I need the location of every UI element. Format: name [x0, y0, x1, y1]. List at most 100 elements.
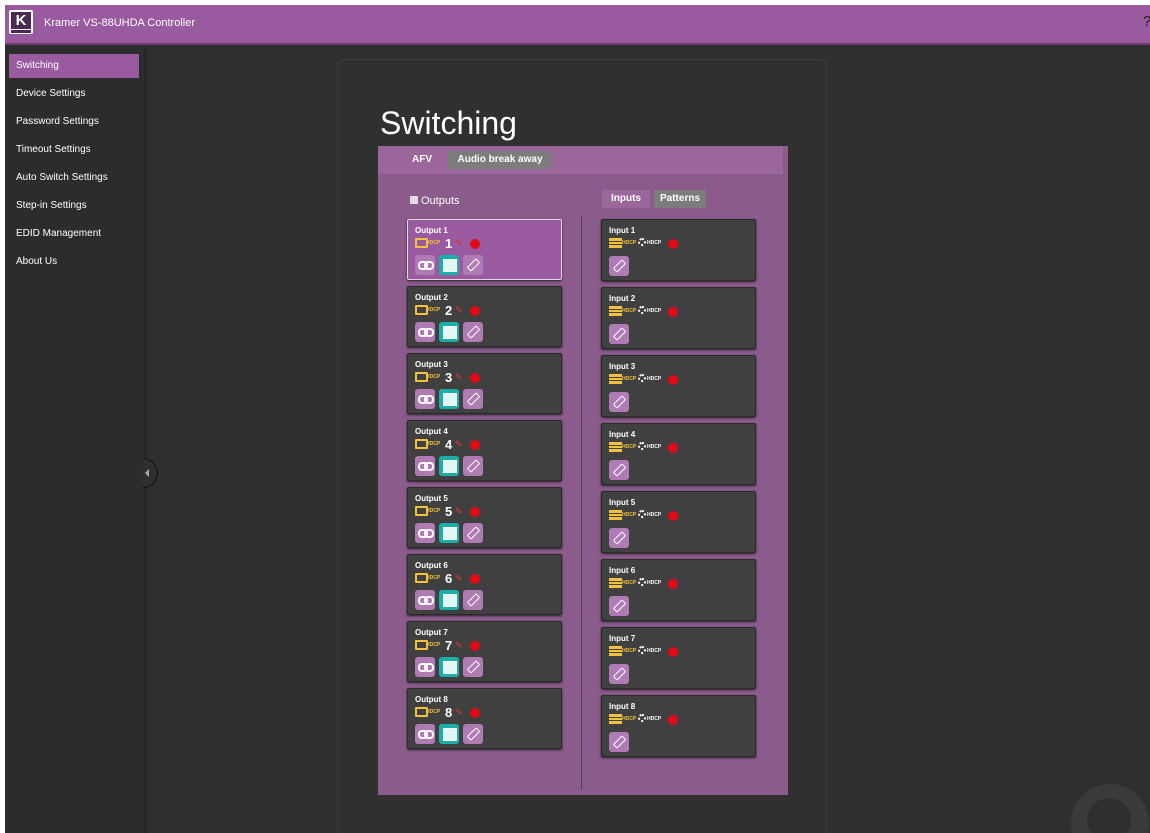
hdcp-label: HDCP [622, 716, 637, 722]
input-card-5[interactable]: Input 5 HDCP HDCP [601, 491, 756, 553]
edid-icon: ✎ [455, 439, 463, 449]
input-card-2[interactable]: Input 2 HDCP HDCP [601, 287, 756, 349]
outputs-header[interactable]: Outputs [410, 195, 460, 207]
output-card-1[interactable]: Output 1 HDCP 1 ✎ [407, 219, 562, 280]
pencil-icon [466, 593, 481, 607]
screen-button[interactable] [439, 456, 459, 476]
edit-button[interactable] [463, 255, 483, 275]
edit-button[interactable] [609, 256, 629, 276]
bars-icon [609, 510, 622, 520]
output-number: 6 [445, 571, 453, 586]
screen-button[interactable] [439, 255, 459, 275]
pencil-icon [466, 392, 481, 406]
output-label: Output 8 [415, 695, 448, 704]
outputs-select-all-checkbox[interactable] [410, 196, 418, 204]
screen-button[interactable] [439, 590, 459, 610]
edit-button[interactable] [609, 460, 629, 480]
sidebar-collapse-handle[interactable] [143, 458, 158, 488]
input-card-6[interactable]: Input 6 HDCP HDCP [601, 559, 756, 621]
status-dot [668, 443, 678, 453]
screen-button[interactable] [439, 657, 459, 677]
link-button[interactable] [415, 255, 435, 275]
sidebar-item-edid-management[interactable]: EDID Management [9, 222, 139, 246]
output-number: 7 [445, 638, 453, 653]
status-dot [668, 239, 678, 249]
sidebar-item-about-us[interactable]: About Us [9, 250, 139, 274]
hdcp-label: HDCP [647, 308, 662, 314]
edit-button[interactable] [609, 732, 629, 752]
output-card-7[interactable]: Output 7 HDCP 7 ✎ [407, 621, 562, 682]
gear-icon [638, 646, 646, 654]
hdcp-label: HDCP [426, 441, 441, 447]
outputs-header-label: Outputs [421, 195, 460, 207]
output-card-4[interactable]: Output 4 HDCP 4 ✎ [407, 420, 562, 481]
edit-button[interactable] [463, 523, 483, 543]
pencil-icon [612, 259, 627, 273]
link-button[interactable] [415, 523, 435, 543]
sidebar-item-step-in-settings[interactable]: Step-in Settings [9, 194, 139, 218]
output-card-3[interactable]: Output 3 HDCP 3 ✎ [407, 353, 562, 414]
pencil-icon [466, 459, 481, 473]
screen-button[interactable] [439, 523, 459, 543]
link-button[interactable] [415, 590, 435, 610]
edit-button[interactable] [463, 456, 483, 476]
status-dot [470, 574, 480, 584]
input-label: Input 1 [609, 226, 636, 235]
output-card-2[interactable]: Output 2 HDCP 2 ✎ [407, 286, 562, 347]
link-button[interactable] [415, 456, 435, 476]
sidebar-item-switching[interactable]: Switching [9, 54, 139, 78]
tab-inputs[interactable]: Inputs [602, 190, 650, 208]
input-label: Input 7 [609, 634, 636, 643]
hdcp-label: HDCP [647, 444, 662, 450]
sidebar-item-timeout-settings[interactable]: Timeout Settings [9, 138, 139, 162]
output-label: Output 4 [415, 427, 448, 436]
edit-button[interactable] [609, 324, 629, 344]
link-button[interactable] [415, 657, 435, 677]
hdcp-label: HDCP [622, 512, 637, 518]
edit-button[interactable] [463, 389, 483, 409]
edit-button[interactable] [609, 596, 629, 616]
tab-afv[interactable]: AFV [402, 151, 442, 169]
hdcp-label: HDCP [647, 648, 662, 654]
screen-button[interactable] [439, 322, 459, 342]
output-card-5[interactable]: Output 5 HDCP 5 ✎ [407, 487, 562, 548]
input-card-1[interactable]: Input 1 HDCP HDCP [601, 219, 756, 281]
output-card-8[interactable]: Output 8 HDCP 8 ✎ [407, 688, 562, 749]
hdcp-label: HDCP [426, 240, 441, 246]
input-card-4[interactable]: Input 4 HDCP HDCP [601, 423, 756, 485]
input-card-3[interactable]: Input 3 HDCP HDCP [601, 355, 756, 417]
status-dot [668, 579, 678, 589]
screen-button[interactable] [439, 724, 459, 744]
link-button[interactable] [415, 322, 435, 342]
input-label: Input 2 [609, 294, 636, 303]
input-card-8[interactable]: Input 8 HDCP HDCP [601, 695, 756, 757]
gear-icon [638, 714, 646, 722]
screen-button[interactable] [439, 389, 459, 409]
pencil-icon [612, 327, 627, 341]
edit-button[interactable] [609, 392, 629, 412]
sidebar-item-password-settings[interactable]: Password Settings [9, 110, 139, 134]
pencil-icon [612, 395, 627, 409]
sidebar-item-auto-switch-settings[interactable]: Auto Switch Settings [9, 166, 139, 190]
edit-button[interactable] [463, 724, 483, 744]
link-button[interactable] [415, 389, 435, 409]
edid-icon: ✎ [455, 506, 463, 516]
sidebar: Switching Device Settings Password Setti… [5, 47, 146, 833]
pencil-icon [612, 667, 627, 681]
sidebar-item-device-settings[interactable]: Device Settings [9, 82, 139, 106]
output-number: 8 [445, 705, 453, 720]
link-button[interactable] [415, 724, 435, 744]
help-icon[interactable]: ? [1143, 13, 1150, 30]
edit-button[interactable] [463, 590, 483, 610]
output-card-6[interactable]: Output 6 HDCP 6 ✎ [407, 554, 562, 615]
edit-button[interactable] [609, 528, 629, 548]
edit-button[interactable] [463, 657, 483, 677]
edit-button[interactable] [463, 322, 483, 342]
bars-icon [609, 374, 622, 384]
tab-patterns[interactable]: Patterns [654, 190, 706, 208]
edit-button[interactable] [609, 664, 629, 684]
bars-icon [609, 238, 622, 248]
tab-audio-break-away[interactable]: Audio break away [448, 151, 552, 169]
input-card-7[interactable]: Input 7 HDCP HDCP [601, 627, 756, 689]
edid-icon: ✎ [455, 305, 463, 315]
